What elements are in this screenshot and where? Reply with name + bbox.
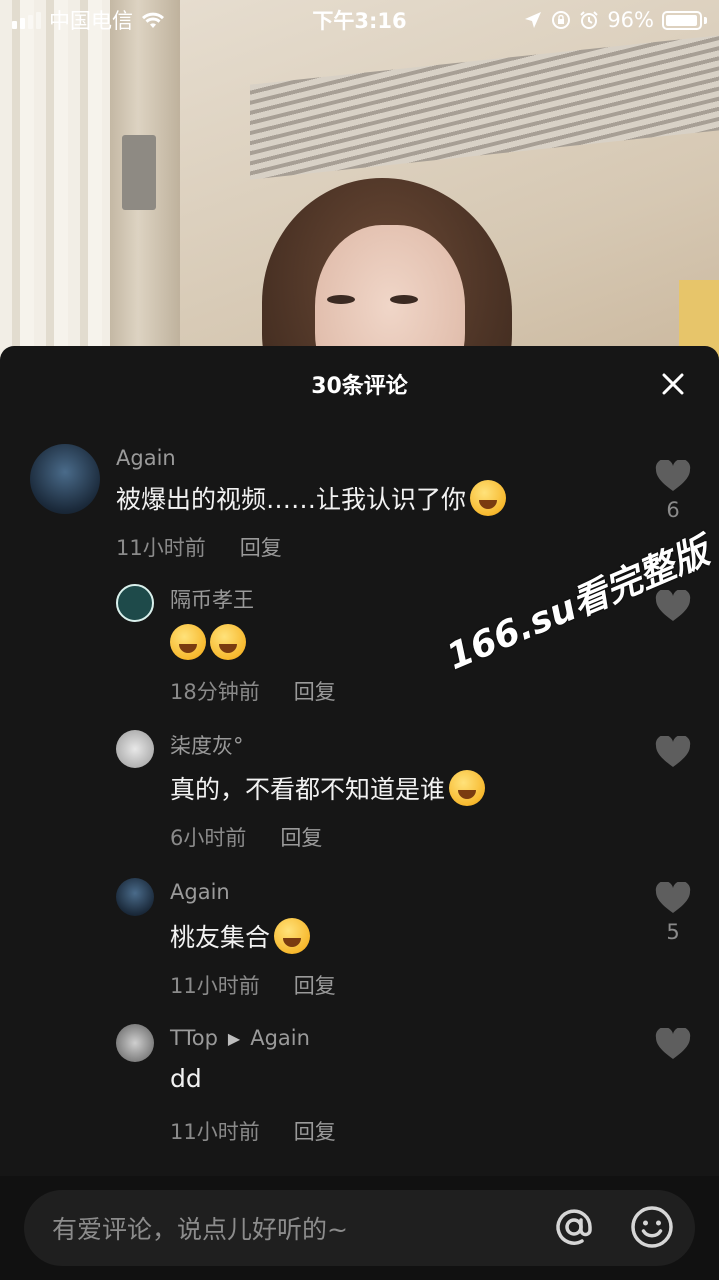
status-bar: 中国电信 下午3:16 96% bbox=[0, 0, 719, 40]
like-button[interactable] bbox=[655, 1028, 691, 1060]
alarm-icon bbox=[580, 11, 599, 29]
like-button[interactable] bbox=[655, 590, 691, 622]
comment-body: 被爆出的视频……让我认识了你 bbox=[116, 485, 467, 514]
comment-list[interactable]: Again 被爆出的视频……让我认识了你 11小时前 回复 6 隔币孝王 18分… bbox=[0, 422, 719, 1182]
avatar[interactable] bbox=[116, 878, 154, 916]
avatar[interactable] bbox=[30, 444, 100, 514]
sheet-header: 30条评论 bbox=[0, 346, 719, 422]
comment-input-bar: 有爱评论，说点儿好听的~ bbox=[0, 1176, 719, 1280]
avatar[interactable] bbox=[116, 1024, 154, 1062]
comment-meta: 11小时前 回复 bbox=[116, 532, 282, 562]
rolling-laughing-emoji bbox=[170, 624, 206, 660]
crying-laughing-emoji bbox=[274, 918, 311, 954]
battery-percent: 96% bbox=[607, 8, 654, 32]
location-icon bbox=[525, 12, 542, 28]
heart-icon bbox=[655, 460, 691, 491]
reply-button[interactable]: 回复 bbox=[294, 1116, 336, 1146]
comment-sheet: 30条评论 Again 被爆出的视频……让我认识了你 11小时前 回复 6 隔币… bbox=[0, 346, 719, 1280]
like-button[interactable] bbox=[655, 736, 691, 768]
at-icon[interactable] bbox=[551, 1204, 597, 1250]
close-icon[interactable] bbox=[657, 368, 689, 400]
heart-icon bbox=[655, 736, 691, 767]
rolling-laughing-emoji bbox=[470, 480, 507, 516]
like-button[interactable]: 6 bbox=[655, 460, 691, 522]
crying-laughing-emoji bbox=[449, 770, 486, 806]
comment-text: dd bbox=[170, 1064, 202, 1093]
signal-icon bbox=[12, 11, 41, 29]
carrier-name: 中国电信 bbox=[49, 9, 133, 33]
comment-meta: 11小时前 回复 bbox=[170, 1116, 336, 1146]
comment-item: Again 被爆出的视频……让我认识了你 11小时前 回复 6 bbox=[0, 422, 719, 568]
person-eye bbox=[327, 295, 355, 304]
comment-time: 6小时前 bbox=[170, 826, 247, 850]
input-placeholder: 有爱评论，说点儿好听的~ bbox=[52, 1215, 348, 1244]
comment-username[interactable]: 柒度灰° bbox=[170, 730, 244, 760]
comment-text: 被爆出的视频……让我认识了你 bbox=[116, 480, 507, 516]
person-eye bbox=[390, 295, 418, 304]
comment-item: 柒度灰° 真的，不看都不知道是谁 6小时前 回复 bbox=[0, 714, 719, 860]
wifi-icon bbox=[142, 12, 164, 28]
username-text: 隔币孝王 bbox=[170, 588, 254, 612]
heart-icon bbox=[655, 882, 691, 913]
comment-username[interactable]: 隔币孝王 bbox=[170, 584, 254, 614]
comment-username[interactable]: Again bbox=[116, 446, 176, 470]
comment-time: 11小时前 bbox=[170, 1120, 260, 1144]
comment-item: TTop ▶ Again dd 11小时前 回复 bbox=[0, 1006, 719, 1156]
salute-emoji bbox=[210, 624, 246, 660]
username-text: Again bbox=[170, 880, 230, 904]
comment-count-title: 30条评论 bbox=[311, 374, 408, 399]
comment-time: 11小时前 bbox=[116, 536, 206, 560]
username-text: TTop bbox=[170, 1026, 218, 1050]
reply-to-username[interactable]: Again bbox=[250, 1026, 310, 1050]
comment-meta: 6小时前 回复 bbox=[170, 822, 322, 852]
username-text: Again bbox=[116, 446, 176, 470]
comment-username[interactable]: Again bbox=[170, 880, 230, 904]
heart-icon bbox=[655, 590, 691, 621]
avatar[interactable] bbox=[116, 730, 154, 768]
comment-text: 真的，不看都不知道是谁 bbox=[170, 770, 486, 806]
comment-body: dd bbox=[170, 1064, 202, 1093]
comment-body: 桃友集合 bbox=[170, 923, 271, 952]
comment-text bbox=[170, 624, 246, 660]
reply-arrow-icon: ▶ bbox=[227, 1028, 241, 1048]
comment-text: 桃友集合 bbox=[170, 918, 311, 954]
door-hinge bbox=[122, 135, 156, 210]
rotation-lock-icon bbox=[552, 11, 571, 29]
comment-time: 11小时前 bbox=[170, 974, 260, 998]
comment-item: Again 桃友集合 11小时前 回复 5 bbox=[0, 860, 719, 1006]
like-count: 5 bbox=[666, 920, 680, 944]
comment-meta: 18分钟前 回复 bbox=[170, 676, 336, 706]
avatar[interactable] bbox=[116, 584, 154, 622]
heart-icon bbox=[655, 1028, 691, 1059]
reply-button[interactable]: 回复 bbox=[294, 970, 336, 1000]
comment-time: 18分钟前 bbox=[170, 680, 260, 704]
username-text: 柒度灰° bbox=[170, 734, 244, 758]
battery-icon bbox=[662, 10, 707, 30]
emoji-icon[interactable] bbox=[629, 1204, 675, 1250]
comment-body: 真的，不看都不知道是谁 bbox=[170, 775, 446, 804]
like-count: 6 bbox=[666, 498, 680, 522]
reply-button[interactable]: 回复 bbox=[280, 822, 322, 852]
comment-meta: 11小时前 回复 bbox=[170, 970, 336, 1000]
reply-button[interactable]: 回复 bbox=[294, 676, 336, 706]
comment-username[interactable]: TTop ▶ Again bbox=[170, 1026, 310, 1050]
reply-button[interactable]: 回复 bbox=[240, 532, 282, 562]
like-button[interactable]: 5 bbox=[655, 882, 691, 944]
